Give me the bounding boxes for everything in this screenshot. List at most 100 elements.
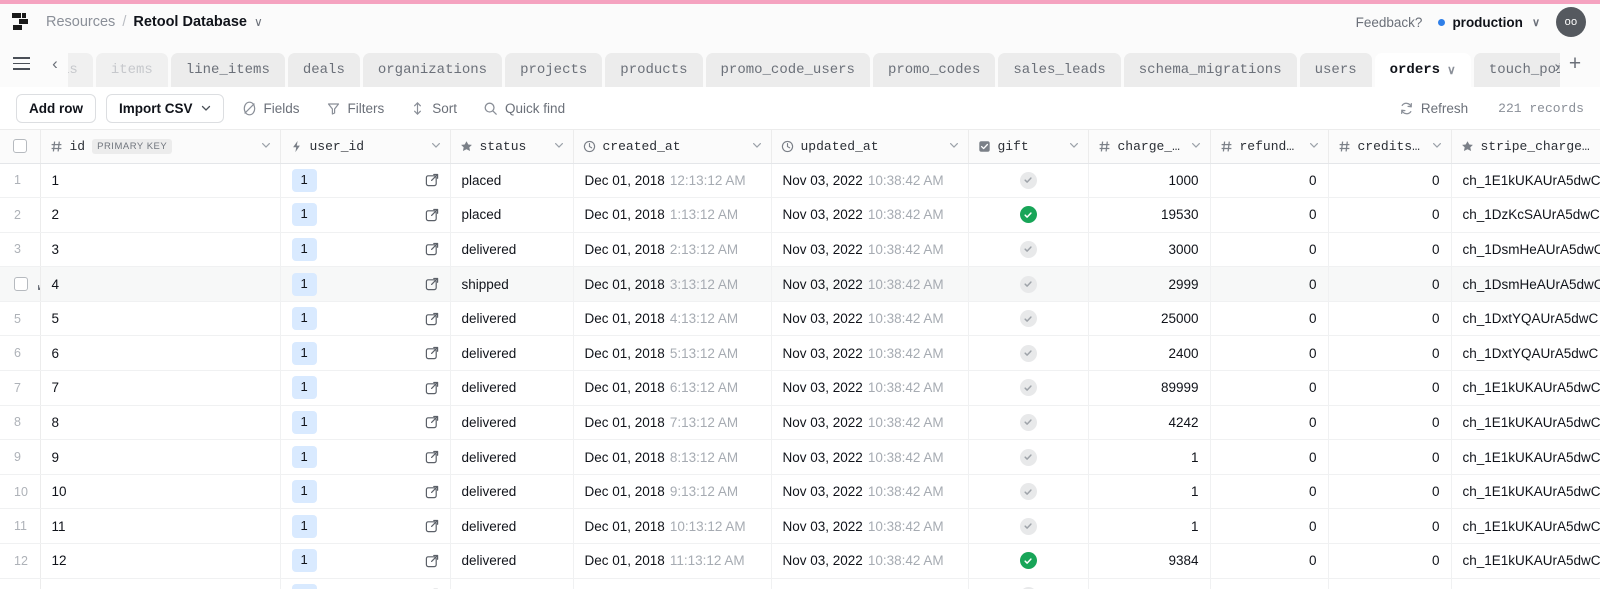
column-header-credits_gi[interactable]: credits_gi… — [1328, 130, 1452, 164]
row-number-cell[interactable]: 9 — [0, 439, 41, 475]
tab-schema_migrations[interactable]: schema_migrations — [1123, 53, 1297, 87]
cell-gift[interactable] — [968, 163, 1089, 199]
cell-user-id[interactable]: 1 — [280, 197, 451, 233]
open-record-icon[interactable] — [425, 588, 439, 589]
cell-updated-at[interactable]: Nov 03, 202210:38:42 AM — [771, 370, 969, 406]
column-header-updated_at[interactable]: updated_at — [771, 130, 969, 164]
open-record-icon[interactable] — [425, 277, 439, 291]
feedback-link[interactable]: Feedback? — [1356, 15, 1423, 30]
table-row[interactable]: 3 3 1 delivered Dec 01, 2018 2:13:12 AM Nov 03… — [0, 232, 1600, 268]
table-row[interactable]: 1 1 1 placed Dec 01, 2018 12:13:12 AM Nov 03, … — [0, 163, 1600, 199]
open-record-icon[interactable] — [425, 381, 439, 395]
cell-created-at[interactable]: Dec 01, 2018 1:13:12 AM — [573, 197, 772, 233]
column-header-refund_to[interactable]: refund_to… — [1210, 130, 1329, 164]
table-row[interactable]: 9 9 1 delivered Dec 01, 2018 8:13:12 AM Nov 03… — [0, 439, 1600, 475]
cell-user-id[interactable]: 1 — [280, 266, 451, 302]
fields-button[interactable]: Fields — [234, 94, 308, 123]
tab-users[interactable]: users — [1299, 53, 1372, 87]
cell-charge-total[interactable]: 9384 — [1088, 543, 1211, 579]
cell-charge-total[interactable]: 2400 — [1088, 335, 1211, 372]
tab-projects[interactable]: projects — [505, 53, 603, 87]
tab-chevron-down-icon[interactable]: ∨ — [1447, 63, 1456, 77]
select-all-header[interactable] — [0, 130, 41, 164]
cell-gift[interactable] — [968, 439, 1089, 475]
open-record-icon[interactable] — [425, 450, 439, 464]
cell-user-id[interactable]: 1 — [280, 474, 451, 510]
cell-user-id[interactable]: 1 — [280, 405, 451, 441]
row-number-cell[interactable]: 13 — [0, 578, 41, 589]
cell-updated-at[interactable]: Nov 03, 202210:38:42 AM — [771, 232, 969, 268]
cell-charge-total[interactable]: 89999 — [1088, 370, 1211, 406]
cell-credits-given[interactable]: 0 — [1328, 508, 1452, 545]
cell-refund-total[interactable]: 0 — [1210, 301, 1329, 337]
cell-updated-at[interactable]: Nov 03, 202210:38:42 AM — [771, 163, 969, 199]
cell-status[interactable]: delivered — [450, 232, 574, 268]
cell-gift[interactable] — [968, 335, 1089, 372]
gift-checkmark-icon[interactable] — [1019, 171, 1037, 189]
column-menu-chevron-icon[interactable] — [431, 140, 441, 153]
open-record-icon[interactable] — [425, 485, 439, 499]
cell-user-id[interactable]: 1 — [280, 301, 451, 337]
row-number-cell[interactable]: 8 — [0, 405, 41, 441]
cell-refund-total[interactable]: 0 — [1210, 232, 1329, 268]
cell-gift[interactable] — [968, 197, 1089, 233]
user-id-pill[interactable]: 1 — [291, 445, 317, 469]
data-grid[interactable]: id PRIMARY KEY user_id status created_at upda… — [0, 130, 1600, 589]
table-row[interactable]: 8 8 1 delivered Dec 01, 2018 7:13:12 AM Nov 03… — [0, 405, 1600, 441]
cell-charge-total[interactable]: 847 — [1088, 578, 1211, 589]
cell-status[interactable]: delivered — [450, 301, 574, 337]
cell-credits-given[interactable]: 0 — [1328, 266, 1452, 302]
cell-updated-at[interactable]: Nov 03, 202210:38:42 AM — [771, 508, 969, 545]
cell-user-id[interactable]: 1 — [280, 439, 451, 475]
user-id-pill[interactable]: 1 — [291, 238, 317, 261]
gift-checkmark-icon[interactable] — [1019, 483, 1037, 501]
import-csv-button[interactable]: Import CSV — [106, 93, 224, 123]
cell-charge-total[interactable]: 1 — [1088, 439, 1211, 475]
cell-charge-total[interactable]: 3000 — [1088, 232, 1211, 268]
cell-gift[interactable] — [968, 508, 1089, 545]
open-record-icon[interactable] — [425, 415, 439, 429]
open-record-icon[interactable] — [425, 519, 439, 533]
row-number-cell[interactable]: 2 — [0, 197, 41, 233]
cell-credits-given[interactable]: 0 — [1328, 301, 1452, 337]
cell-user-id[interactable]: 1 — [280, 370, 451, 406]
open-record-icon[interactable] — [425, 173, 439, 187]
gift-checkmark-icon[interactable] — [1019, 206, 1037, 224]
table-row[interactable]: 7 7 1 delivered Dec 01, 2018 6:13:12 AM Nov 03… — [0, 370, 1600, 406]
column-menu-chevron-icon[interactable] — [949, 140, 959, 153]
cell-gift[interactable] — [968, 266, 1089, 302]
cell-gift[interactable] — [968, 578, 1089, 589]
tab-sales_leads[interactable]: sales_leads — [998, 53, 1121, 87]
user-id-pill[interactable]: 1 — [291, 272, 317, 296]
cell-created-at[interactable]: Dec 01, 2018 9:13:12 AM — [573, 474, 772, 510]
cell-updated-at[interactable]: Nov 03, 202210:38:42 AM — [771, 301, 969, 337]
cell-updated-at[interactable]: Nov 03, 202210:38:42 AM — [771, 578, 969, 589]
cell-charge-total[interactable]: 1000 — [1088, 163, 1211, 199]
cell-credits-given[interactable]: 0 — [1328, 197, 1452, 233]
row-number-cell[interactable]: 5 — [0, 301, 41, 337]
tab-promo_code_users[interactable]: promo_code_users — [705, 53, 870, 87]
user-id-pill[interactable]: 1 — [291, 307, 317, 331]
cell-created-at[interactable]: Dec 01, 2018 3:13:12 AM — [573, 266, 772, 302]
row-number-cell[interactable]: 12 — [0, 543, 41, 579]
cell-refund-total[interactable]: 0 — [1210, 439, 1329, 475]
table-row[interactable]: 13 13 1 delivered Dec 01, 2018 12:13:12 PM Nov… — [0, 578, 1600, 589]
cell-created-at[interactable]: Dec 01, 2018 2:13:12 AM — [573, 232, 772, 268]
cell-updated-at[interactable]: Nov 03, 202210:38:42 AM — [771, 335, 969, 372]
column-header-charge_to[interactable]: charge_to… — [1088, 130, 1211, 164]
cell-updated-at[interactable]: Nov 03, 202210:38:42 AM — [771, 543, 969, 579]
cell-status[interactable]: delivered — [450, 578, 574, 589]
cell-refund-total[interactable]: 0 — [1210, 335, 1329, 372]
cell-status[interactable]: delivered — [450, 543, 574, 579]
user-id-pill[interactable]: 1 — [291, 341, 317, 365]
open-record-icon[interactable] — [425, 312, 439, 326]
cell-user-id[interactable]: 1 — [280, 508, 451, 545]
user-id-pill[interactable]: 1 — [291, 203, 317, 227]
cell-created-at[interactable]: Dec 01, 2018 11:13:12 AM — [573, 543, 772, 579]
gift-checkmark-icon[interactable] — [1019, 310, 1037, 328]
cell-charge-total[interactable]: 1 — [1088, 474, 1211, 510]
cell-stripe-charge[interactable]: ch_1E1kUKAUrA5dwC… — [1451, 439, 1600, 475]
cell-stripe-charge[interactable]: ch_1E1kUKAUrA5dwC… — [1451, 578, 1600, 589]
cell-id[interactable]: 1 — [40, 163, 281, 199]
table-row[interactable]: 12 12 1 delivered Dec 01, 2018 11:13:12 AM Nov… — [0, 543, 1600, 579]
